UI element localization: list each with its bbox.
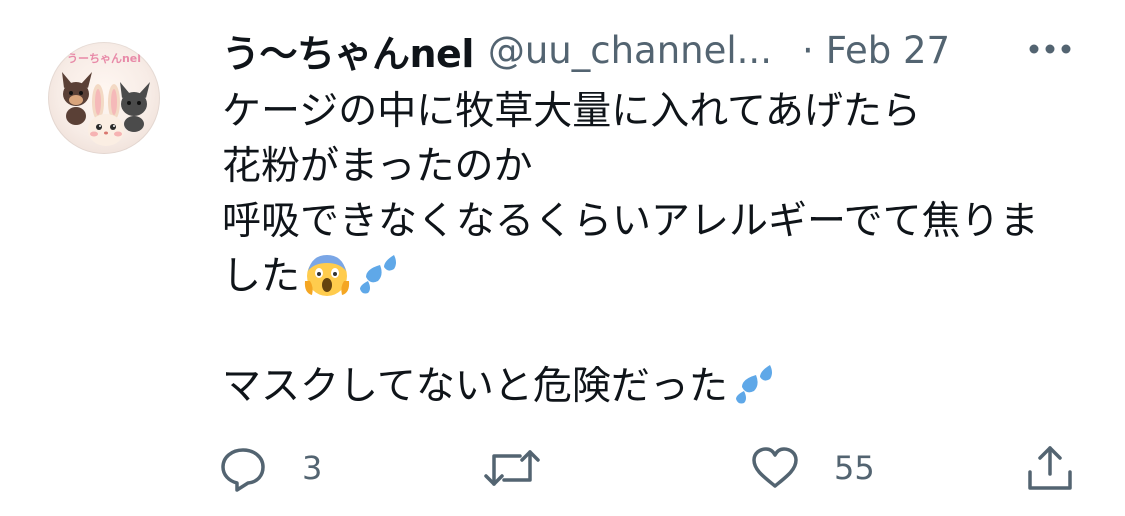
share-icon — [1028, 446, 1072, 490]
tweet-date[interactable]: Feb 27 — [826, 29, 950, 72]
heart-icon — [752, 447, 798, 488]
display-name[interactable]: う〜ちゃんnel — [222, 23, 474, 78]
tweet-line-with-emoji: した — [222, 249, 1082, 304]
tweet-line: 花粉がまったのか — [222, 144, 533, 189]
user-handle[interactable]: @uu_channel... — [488, 29, 772, 72]
tweet-line-text: マスクしてないと危険だった — [222, 364, 728, 409]
tweet-line-text: した — [222, 254, 301, 299]
tweet-text: ケージの中に牧草大量に入れてあげたら 花粉がまったのか 呼吸できなくなるくらいア… — [222, 84, 1082, 414]
sweat-droplets-emoji — [354, 251, 404, 297]
action-bar: 3 55 — [0, 440, 1125, 496]
retweet-button[interactable] — [484, 440, 574, 496]
reply-count: 3 — [302, 449, 323, 487]
tweet-header: う〜ちゃんnel @uu_channel... · Feb 27 — [222, 22, 950, 78]
tweet-line-with-emoji: マスクしてないと危険だった — [222, 359, 1082, 414]
sweat-droplets-emoji — [730, 361, 780, 407]
like-count: 55 — [834, 449, 875, 487]
like-button[interactable]: 55 — [750, 440, 875, 496]
more-dots-icon — [1029, 44, 1071, 54]
screaming-face-emoji — [302, 251, 352, 297]
reply-button[interactable]: 3 — [218, 440, 322, 496]
avatar[interactable]: うーちゃんnel — [48, 42, 160, 154]
avatar-image: うーちゃんnel — [62, 52, 150, 146]
share-button[interactable] — [1026, 440, 1074, 496]
tweet-line: 呼吸できなくなるくらいアレルギーでて焦りま — [222, 199, 1039, 244]
tweet-line: ケージの中に牧草大量に入れてあげたら — [222, 89, 921, 134]
separator-dot: · — [801, 28, 814, 72]
more-options-button[interactable] — [1024, 34, 1076, 64]
retweet-icon — [484, 450, 540, 486]
reply-icon — [221, 448, 265, 492]
avatar-text: うーちゃんnel — [67, 52, 141, 65]
